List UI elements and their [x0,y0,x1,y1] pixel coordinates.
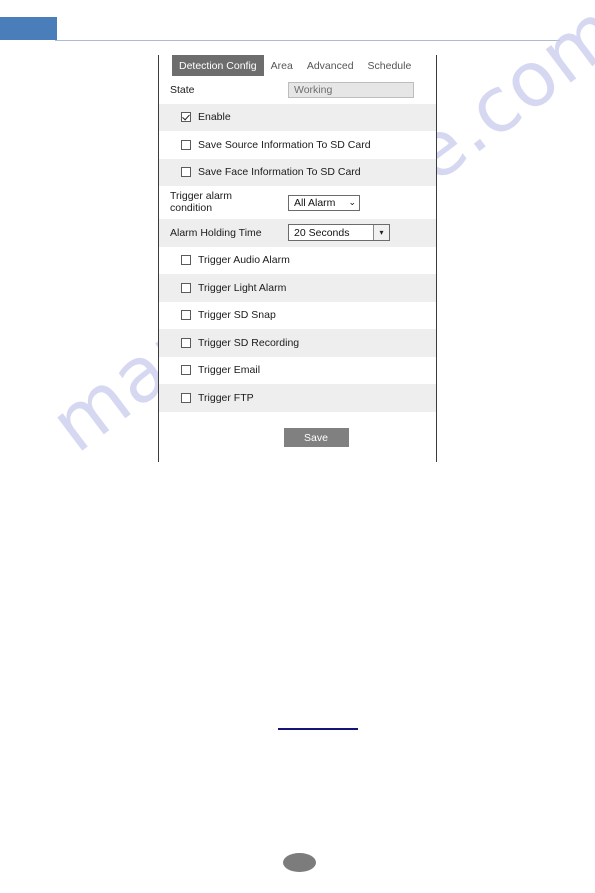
label-alarm-holding-time: Alarm Holding Time [170,226,262,239]
label-trigger-alarm-condition-line1: Trigger alarm [170,190,233,202]
checkbox-save-face-information[interactable] [181,167,191,178]
save-button[interactable]: Save [283,428,349,447]
row-save-face-information[interactable]: Save Face Information To SD Card [159,158,436,186]
label-trigger-audio-alarm: Trigger Audio Alarm [198,254,290,267]
tab-bar: Detection Config Area Advanced Schedule [159,55,436,76]
detection-config-panel: Detection Config Area Advanced Schedule … [158,55,437,464]
row-trigger-light-alarm[interactable]: Trigger Light Alarm [159,274,436,302]
checkbox-trigger-email[interactable] [181,365,191,376]
row-save-source-information[interactable]: Save Source Information To SD Card [159,131,436,159]
label-trigger-light-alarm: Trigger Light Alarm [198,281,287,294]
label-save-face-information: Save Face Information To SD Card [198,166,361,179]
row-trigger-ftp[interactable]: Trigger FTP [159,384,436,412]
caret-down-icon[interactable]: ▾ [373,225,389,241]
page-header-rule [55,40,560,41]
page-number-badge [283,853,316,872]
select-trigger-alarm-condition-value: All Alarm [294,196,336,209]
checkbox-enable[interactable] [181,112,191,123]
label-trigger-email: Trigger Email [198,364,261,377]
row-alarm-holding-time: Alarm Holding Time 20 Seconds ▾ [159,219,436,247]
label-trigger-alarm-condition: Trigger alarm condition [170,190,288,214]
checkbox-trigger-ftp[interactable] [181,392,191,403]
checkbox-trigger-audio-alarm[interactable] [181,255,191,266]
row-trigger-audio-alarm[interactable]: Trigger Audio Alarm [159,246,436,274]
label-trigger-alarm-condition-line2: condition [170,201,213,214]
checkbox-trigger-sd-recording[interactable] [181,337,191,348]
row-trigger-alarm-condition: Trigger alarm condition All Alarm ⌄ [159,186,436,219]
label-save-source-information: Save Source Information To SD Card [198,138,371,151]
label-trigger-ftp: Trigger FTP [198,391,254,404]
checkbox-trigger-sd-snap[interactable] [181,310,191,321]
chevron-down-icon: ⌄ [348,197,356,207]
checkbox-save-source-information[interactable] [181,139,191,150]
state-value-field: Working [288,81,414,98]
label-enable: Enable [198,111,231,124]
row-trigger-sd-snap[interactable]: Trigger SD Snap [159,301,436,329]
row-trigger-email[interactable]: Trigger Email [159,356,436,384]
row-trigger-sd-recording[interactable]: Trigger SD Recording [159,329,436,357]
select-trigger-alarm-condition[interactable]: All Alarm ⌄ [288,194,360,211]
checkbox-trigger-light-alarm[interactable] [181,282,191,293]
row-enable[interactable]: Enable [159,103,436,131]
save-button-area: Save [159,411,436,464]
label-trigger-sd-recording: Trigger SD Recording [198,336,300,349]
tab-schedule[interactable]: Schedule [361,55,419,76]
select-alarm-holding-time[interactable]: 20 Seconds ▾ [288,224,390,242]
footer-link-underline[interactable] [278,728,358,730]
select-alarm-holding-time-value: 20 Seconds [294,226,350,239]
label-trigger-sd-snap: Trigger SD Snap [198,309,276,322]
page-header-color-band [0,17,57,40]
tab-area[interactable]: Area [264,55,300,76]
row-state: State Working [159,76,436,104]
tab-advanced[interactable]: Advanced [300,55,361,76]
state-label: State [170,83,195,96]
tab-detection-config[interactable]: Detection Config [172,55,264,76]
